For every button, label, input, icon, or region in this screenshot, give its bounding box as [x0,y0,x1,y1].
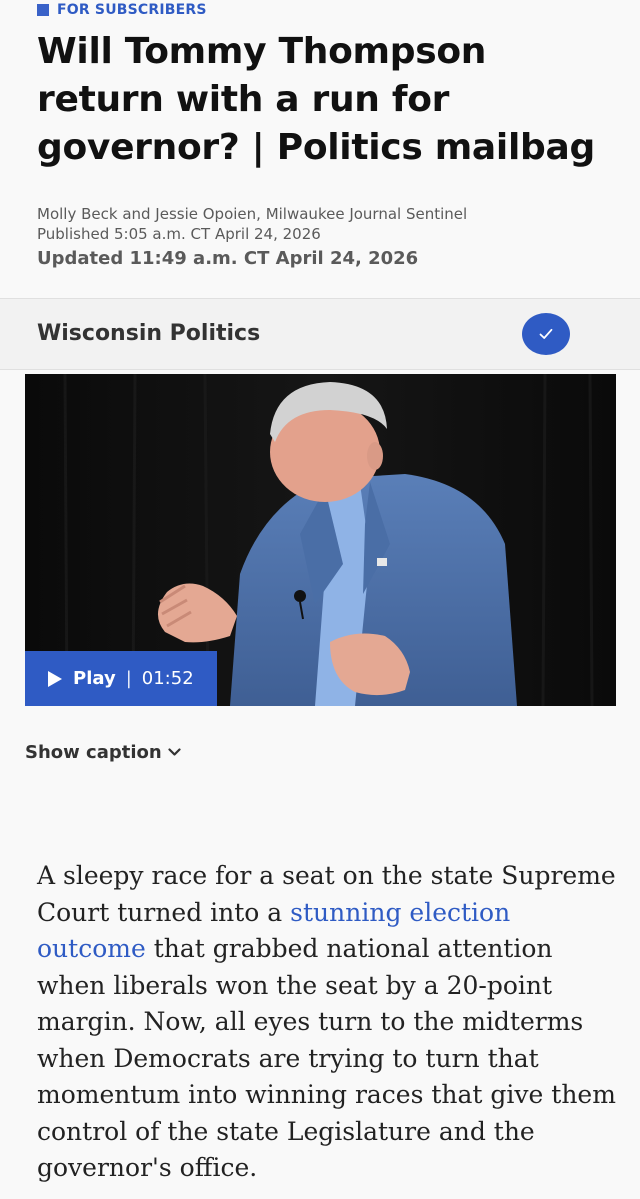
subscriber-label: FOR SUBSCRIBERS [37,0,207,20]
published-date: Published 5:05 a.m. CT April 24, 2026 [37,225,321,243]
play-separator: | [125,668,132,689]
chevron-down-icon [168,748,181,756]
checkmark-icon [539,328,553,339]
video-duration: 01:52 [141,668,194,689]
show-caption-label: Show caption [25,742,162,763]
updated-date: Updated 11:49 a.m. CT April 24, 2026 [37,248,419,269]
video-player[interactable]: Play | 01:52 [25,374,616,706]
topic-title[interactable]: Wisconsin Politics [37,321,260,346]
topic-bar: Wisconsin Politics [0,298,640,370]
body-text-end: that grabbed national attention when lib… [37,934,616,1182]
play-label: Play [73,668,116,689]
show-caption-toggle[interactable]: Show caption [25,742,181,763]
article-page: FOR SUBSCRIBERS Will Tommy Thompson retu… [0,0,640,1199]
play-icon [48,670,62,687]
video-play-button[interactable]: Play | 01:52 [25,651,217,706]
subscriber-label-text: FOR SUBSCRIBERS [57,2,207,18]
article-byline: Molly Beck and Jessie Opoien, Milwaukee … [37,205,468,223]
article-headline: Will Tommy Thompson return with a run fo… [37,31,595,168]
follow-topic-button[interactable] [522,313,570,355]
subscriber-square-icon [37,4,49,16]
article-body-paragraph: A sleepy race for a seat on the state Su… [37,858,617,1187]
